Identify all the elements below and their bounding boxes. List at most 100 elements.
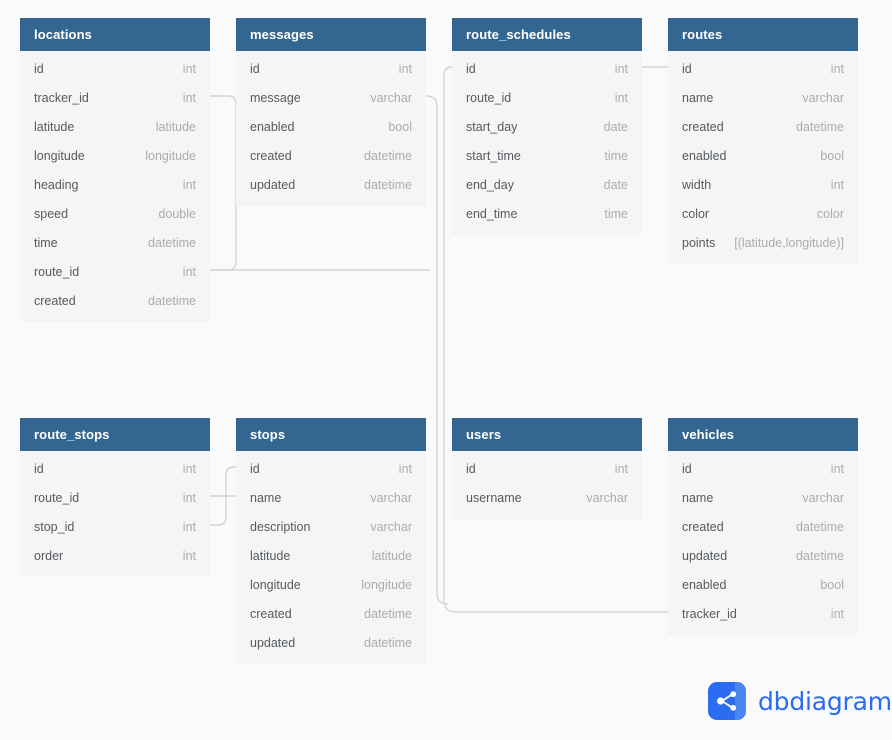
table-row[interactable]: route_id int [452, 84, 642, 113]
field-type: color [816, 207, 844, 221]
table-card[interactable]: route_schedulesid int route_id int start_day… [452, 18, 642, 235]
field-type: [(latitude,longitude)] [734, 236, 844, 250]
table-row[interactable]: name varchar [236, 484, 426, 513]
field-type: varchar [586, 491, 628, 505]
table-row[interactable]: id int [452, 55, 642, 84]
field-type: longitude [145, 149, 196, 163]
table-row[interactable]: created datetime [236, 142, 426, 171]
table-row[interactable]: created datetime [236, 600, 426, 629]
field-type: datetime [364, 607, 412, 621]
table-row[interactable]: updated datetime [236, 629, 426, 658]
table-row[interactable]: latitude latitude [20, 113, 210, 142]
table-row[interactable]: route_id int [20, 258, 210, 287]
field-type: varchar [370, 91, 412, 105]
table-row[interactable]: name varchar [668, 484, 858, 513]
table-header[interactable]: route_schedules [452, 18, 642, 51]
table-row[interactable]: color color [668, 200, 858, 229]
table-row[interactable]: username varchar [452, 484, 642, 513]
table-row[interactable]: route_id int [20, 484, 210, 513]
field-type: int [614, 91, 628, 105]
table-card[interactable]: stops id int name varchar description varchar l… [236, 418, 426, 664]
table-card[interactable]: messages id int message varchar enabled bool cr… [236, 18, 426, 206]
table-row[interactable]: enabled bool [668, 142, 858, 171]
field-name: route_id [34, 491, 80, 505]
table-row[interactable]: id int [236, 455, 426, 484]
table-header[interactable]: stops [236, 418, 426, 451]
table-fields: id int route_id int stop_id int order int [20, 451, 210, 577]
field-name: created [250, 149, 292, 163]
table-header[interactable]: locations [20, 18, 210, 51]
relation-line[interactable] [209, 466, 237, 526]
field-name: message [250, 91, 301, 105]
table-row[interactable]: stop_id int [20, 513, 210, 542]
table-header[interactable]: messages [236, 18, 426, 51]
table-header[interactable]: route_stops [20, 418, 210, 451]
field-type: time [604, 149, 628, 163]
table-row[interactable]: updated datetime [236, 171, 426, 200]
table-row[interactable]: description varchar [236, 513, 426, 542]
table-row[interactable]: message varchar [236, 84, 426, 113]
table-row[interactable]: longitude longitude [20, 142, 210, 171]
field-name: speed [34, 207, 69, 221]
table-row[interactable]: latitude latitude [236, 542, 426, 571]
table-header[interactable]: users [452, 418, 642, 451]
diagram-canvas[interactable]: locations id int tracker_id int latitude latit… [0, 0, 892, 740]
field-type: int [182, 520, 196, 534]
table-row[interactable]: enabled bool [668, 571, 858, 600]
table-card[interactable]: route_stops id int route_id int stop_id int ord… [20, 418, 210, 577]
table-row[interactable]: start_day date [452, 113, 642, 142]
field-type: datetime [796, 549, 844, 563]
table-row[interactable]: order int [20, 542, 210, 571]
table-row[interactable]: width int [668, 171, 858, 200]
table-row[interactable]: name varchar [668, 84, 858, 113]
table-row[interactable]: id int [20, 455, 210, 484]
table-row[interactable]: start_time time [452, 142, 642, 171]
table-row[interactable]: updated datetime [668, 542, 858, 571]
field-type: datetime [364, 178, 412, 192]
table-row[interactable]: end_time time [452, 200, 642, 229]
table-header[interactable]: vehicles [668, 418, 858, 451]
table-row[interactable]: enabled bool [236, 113, 426, 142]
table-card[interactable]: routes id int name varchar created datetime ena… [668, 18, 858, 264]
table-fields: id int route_id int start_day date start_time t… [452, 51, 642, 235]
dbdiagram-watermark[interactable]: dbdiagram.io [708, 682, 892, 720]
relation-line[interactable] [425, 95, 449, 605]
field-type: int [398, 462, 412, 476]
table-row[interactable]: points [(latitude,longitude)] [668, 229, 858, 258]
field-name: updated [250, 636, 296, 650]
field-name: enabled [682, 578, 727, 592]
field-type: varchar [370, 491, 412, 505]
field-type: int [182, 265, 196, 279]
table-row[interactable]: created datetime [20, 287, 210, 316]
table-card[interactable]: vehicles id int name varchar created datetime u… [668, 418, 858, 635]
table-row[interactable]: id int [20, 55, 210, 84]
relation-line[interactable] [209, 95, 237, 271]
table-row[interactable]: heading int [20, 171, 210, 200]
field-name: end_time [466, 207, 518, 221]
field-name: tracker_id [34, 91, 89, 105]
field-name: heading [34, 178, 79, 192]
table-row[interactable]: tracker_id int [20, 84, 210, 113]
table-row[interactable]: speed double [20, 200, 210, 229]
table-row[interactable]: id int [236, 55, 426, 84]
table-row[interactable]: created datetime [668, 513, 858, 542]
table-row[interactable]: time datetime [20, 229, 210, 258]
field-type: varchar [370, 520, 412, 534]
table-card[interactable]: locations id int tracker_id int latitude latit… [20, 18, 210, 322]
share-nodes-icon [708, 682, 746, 720]
table-fields: id int name varchar created datetime updated da… [668, 451, 858, 635]
table-fields: id int name varchar description varchar latitu… [236, 451, 426, 664]
field-type: varchar [802, 91, 844, 105]
field-type: int [614, 62, 628, 76]
table-row[interactable]: id int [452, 455, 642, 484]
table-card[interactable]: users id int username varchar [452, 418, 642, 519]
table-row[interactable]: longitude longitude [236, 571, 426, 600]
field-name: start_time [466, 149, 521, 163]
table-row[interactable]: id int [668, 55, 858, 84]
table-row[interactable]: end_day date [452, 171, 642, 200]
field-name: tracker_id [682, 607, 737, 621]
table-row[interactable]: id int [668, 455, 858, 484]
table-header[interactable]: routes [668, 18, 858, 51]
table-row[interactable]: created datetime [668, 113, 858, 142]
table-row[interactable]: tracker_id int [668, 600, 858, 629]
